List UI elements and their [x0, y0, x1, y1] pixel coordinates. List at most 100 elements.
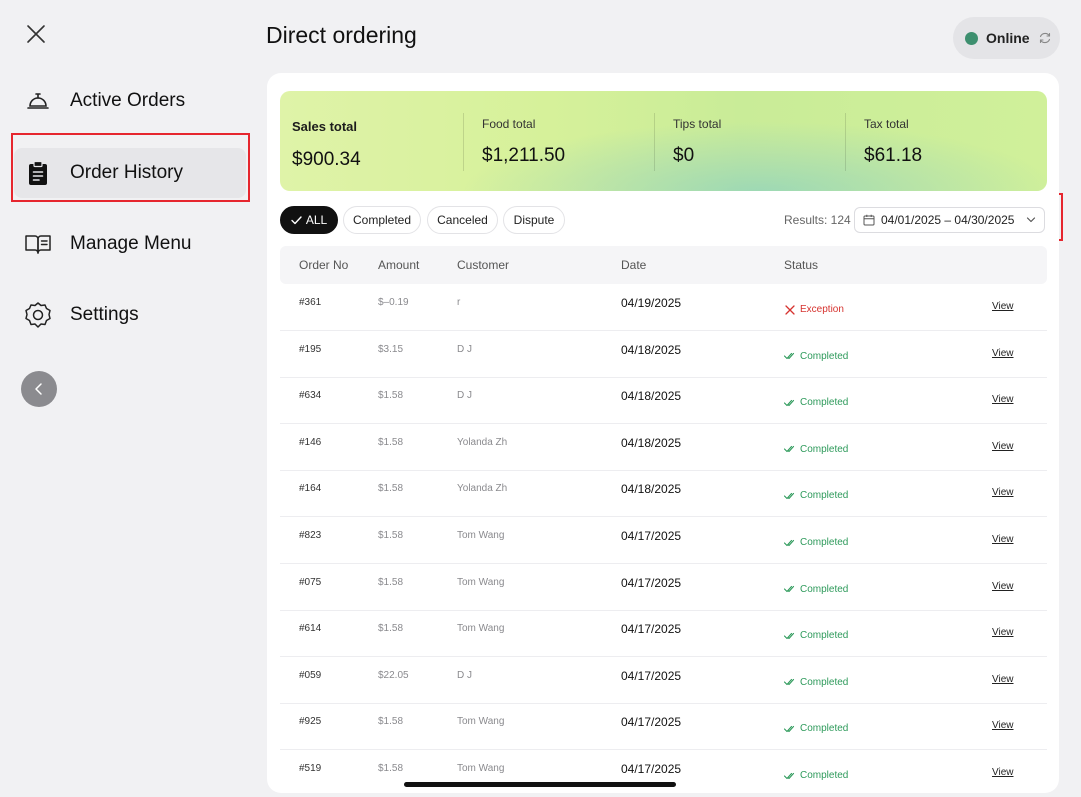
order-number: #059 — [299, 669, 322, 681]
status-label: Completed — [800, 676, 849, 688]
order-amount: $1.58 — [378, 436, 404, 448]
filter-chip-label: Completed — [352, 213, 412, 227]
status-badge: Completed — [784, 723, 848, 734]
order-date: 04/17/2025 — [621, 668, 682, 683]
status-label: Completed — [800, 537, 849, 548]
customer-name: Yolanda Zh — [457, 483, 508, 495]
status-badge: Completed — [784, 351, 848, 362]
customer-name: r — [457, 297, 461, 308]
filter-chip-label: Canceled — [437, 213, 488, 227]
view-order-link[interactable]: View — [992, 534, 1014, 545]
refresh-icon[interactable] — [1038, 31, 1052, 45]
status-badge: Completed — [784, 584, 848, 595]
filter-chip-dispute[interactable]: Dispute — [503, 206, 565, 234]
customer-name: Tom Wang — [457, 623, 505, 635]
double-check-icon — [784, 632, 795, 639]
order-date: 04/18/2025 — [621, 482, 682, 497]
stat-label: Tax total — [864, 117, 909, 131]
customer-name: Tom Wang — [457, 530, 505, 541]
table-row: #614 $1.58 Tom Wang 04/17/2025 Completed View — [280, 611, 1047, 658]
status-label: Completed — [800, 443, 849, 455]
stat-divider — [845, 113, 846, 171]
double-check-icon — [784, 725, 795, 732]
status-label: Completed — [800, 630, 849, 642]
order-number: #634 — [299, 390, 322, 402]
table-row: #823 $1.58 Tom Wang 04/17/2025 Completed View — [280, 518, 1047, 564]
stat-value: $1,211.50 — [482, 145, 566, 166]
status-badge: Completed — [784, 444, 848, 455]
order-amount: $3.15 — [378, 343, 404, 355]
order-amount: $1.58 — [378, 716, 404, 728]
view-order-link[interactable]: View — [992, 487, 1014, 498]
order-date: 04/18/2025 — [621, 342, 682, 357]
order-number: #519 — [299, 763, 322, 774]
x-icon — [785, 304, 795, 315]
filter-chip-label: Dispute — [513, 213, 555, 227]
status-badge: Completed — [784, 537, 848, 548]
stat-label: Food total — [482, 117, 536, 131]
double-check-icon — [784, 492, 795, 499]
check-icon — [291, 215, 302, 224]
customer-name: D J — [457, 390, 472, 402]
date-range-picker[interactable]: 04/01/2025 – 04/30/2025 — [854, 207, 1045, 233]
order-number: #614 — [299, 623, 322, 635]
customer-name: Tom Wang — [457, 576, 505, 588]
sidebar-item-manage-menu[interactable]: Manage Menu — [14, 219, 246, 269]
order-number: #925 — [299, 716, 322, 728]
order-date: 04/17/2025 — [621, 575, 682, 590]
stat-divider — [463, 113, 464, 171]
status-badge: Completed — [784, 490, 848, 501]
status-label: Completed — [800, 490, 849, 502]
order-number: #075 — [299, 576, 322, 588]
order-date: 04/17/2025 — [621, 622, 682, 637]
order-amount: $1.58 — [378, 390, 404, 402]
double-check-icon — [784, 539, 795, 546]
sidebar-item-order-history[interactable]: Order History — [14, 148, 246, 198]
close-button[interactable] — [22, 20, 50, 48]
online-status-dot — [965, 31, 978, 45]
status-badge: Completed — [784, 770, 848, 781]
customer-name: D J — [457, 669, 472, 681]
view-order-link[interactable]: View — [992, 394, 1014, 405]
order-date: 04/18/2025 — [621, 389, 682, 404]
view-order-link[interactable]: View — [992, 674, 1014, 685]
double-check-icon — [784, 399, 795, 406]
view-order-link[interactable]: View — [992, 720, 1014, 731]
double-check-icon — [784, 446, 795, 453]
column-header-date: Date — [621, 258, 647, 272]
table-row: #195 $3.15 D J 04/18/2025 Completed View — [280, 332, 1047, 378]
filter-chip-completed[interactable]: Completed — [343, 206, 421, 234]
column-header-status: Status — [784, 258, 819, 272]
order-date: 04/17/2025 — [621, 529, 682, 543]
table-row: #361 $–0.19 r 04/19/2025 Exception View — [280, 285, 1047, 331]
order-number: #361 — [299, 297, 322, 308]
order-number: #823 — [299, 530, 322, 541]
collapse-sidebar-button[interactable] — [21, 371, 57, 407]
sidebar: Active Orders Order History Manage Menu — [0, 0, 255, 797]
view-order-link[interactable]: View — [992, 348, 1014, 359]
double-check-icon — [784, 679, 795, 686]
view-order-link[interactable]: View — [992, 301, 1014, 312]
order-number: #146 — [299, 436, 322, 448]
view-order-link[interactable]: View — [992, 581, 1014, 592]
column-header-customer: Customer — [457, 258, 510, 272]
view-order-link[interactable]: View — [992, 627, 1014, 638]
table-row: #164 $1.58 Yolanda Zh 04/18/2025 Completed Vi… — [280, 471, 1047, 518]
online-status-toggle[interactable]: Online — [953, 17, 1060, 59]
table-header: Order No Amount Customer Date Status — [280, 246, 1047, 284]
sidebar-item-active-orders[interactable]: Active Orders — [14, 76, 246, 126]
stat-value: $900.34 — [292, 149, 361, 170]
view-order-link[interactable]: View — [992, 441, 1014, 452]
calendar-icon — [863, 214, 875, 226]
sidebar-item-label: Active Orders — [70, 90, 186, 111]
view-order-link[interactable]: View — [992, 767, 1014, 778]
filter-chip-all[interactable]: ALL — [280, 206, 338, 234]
order-amount: $–0.19 — [378, 297, 409, 308]
order-amount: $1.58 — [378, 483, 404, 495]
chevron-down-icon — [1026, 217, 1036, 223]
filter-chip-canceled[interactable]: Canceled — [427, 206, 498, 234]
page-title: Direct ordering — [266, 22, 417, 48]
order-date: 04/17/2025 — [621, 715, 682, 730]
service-bell-icon — [23, 86, 53, 116]
sidebar-item-settings[interactable]: Settings — [14, 290, 246, 340]
